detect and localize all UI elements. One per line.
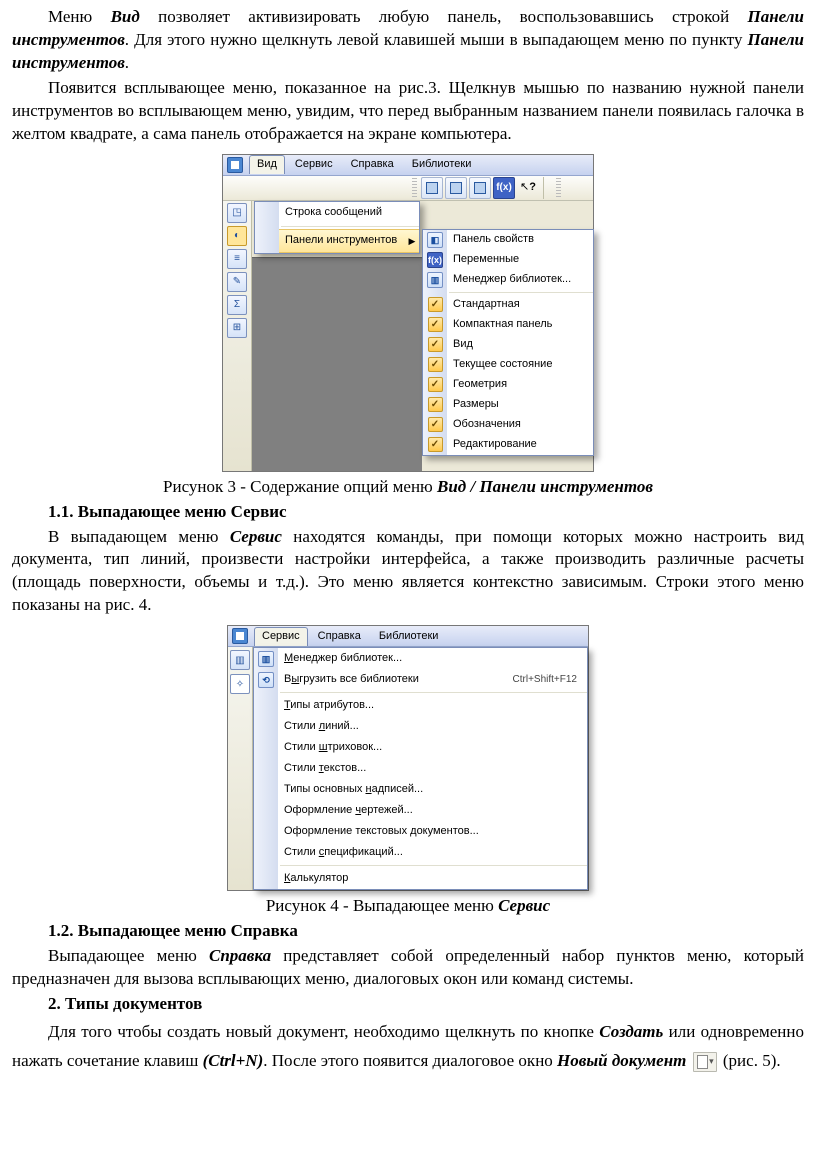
heading-2: 2. Типы документов bbox=[48, 993, 804, 1016]
heading-1-2: 1.2. Выпадающее меню Справка bbox=[48, 920, 804, 943]
itm-tipy-nadpisei[interactable]: Типы основных надписей... bbox=[254, 779, 587, 800]
side-icon-4[interactable]: ✎ bbox=[227, 272, 247, 292]
sub-menedzher-bibliotek[interactable]: ▥Менеджер библиотек... bbox=[423, 270, 593, 290]
check-icon: ✓ bbox=[428, 297, 443, 312]
new-document-icon bbox=[693, 1052, 717, 1072]
sub-redaktirovanie[interactable]: ✓Редактирование bbox=[423, 435, 593, 455]
side-icon-1[interactable]: ◳ bbox=[227, 203, 247, 223]
library-icon: ▥ bbox=[427, 272, 443, 288]
caption-3: Рисунок 3 - Содержание опций меню Вид / … bbox=[12, 476, 804, 499]
check-icon: ✓ bbox=[428, 317, 443, 332]
itm-stili-spetsifikatsii[interactable]: Стили спецификаций... bbox=[254, 842, 587, 863]
fx-icon: f(x) bbox=[427, 252, 443, 268]
toolbar-button-1[interactable] bbox=[421, 177, 443, 199]
fig3-menubar: Вид Сервис Справка Библиотеки bbox=[223, 155, 593, 176]
sub-oboznacheniya[interactable]: ✓Обозначения bbox=[423, 415, 593, 435]
para-4: Выпадающее меню Справка представляет соб… bbox=[12, 945, 804, 991]
sub-peremennye[interactable]: f(x)Переменные bbox=[423, 250, 593, 270]
itm-kalkulyator[interactable]: Калькулятор bbox=[254, 868, 587, 889]
itm-stili-linii[interactable]: Стили линий... bbox=[254, 716, 587, 737]
fig3-side-toolbar: ◳ ◐ ≡ ✎ Σ ⊞ bbox=[223, 201, 252, 471]
toolbar-grip-icon bbox=[556, 178, 561, 198]
para-5: Для того чтобы создать новый документ, н… bbox=[12, 1018, 804, 1076]
side-icon-a[interactable]: ▥ bbox=[230, 650, 250, 670]
menu-spravka-2[interactable]: Справка bbox=[310, 627, 369, 646]
fig3-toolbar: f(x) ↖? bbox=[223, 176, 593, 201]
menu-item-paneli[interactable]: Панели инструментов▶ bbox=[255, 229, 419, 253]
para-3: В выпадающем меню Сервис находятся коман… bbox=[12, 526, 804, 618]
side-icon-5[interactable]: Σ bbox=[227, 295, 247, 315]
itm-stili-shtrihovok[interactable]: Стили штриховок... bbox=[254, 737, 587, 758]
para-1: Меню Вид позволяет активизировать любую … bbox=[12, 6, 804, 75]
toolbar-button-2[interactable] bbox=[445, 177, 467, 199]
check-icon: ✓ bbox=[428, 337, 443, 352]
menu-biblioteki-2[interactable]: Библиотеки bbox=[371, 627, 447, 646]
menu-servis-2[interactable]: Сервис bbox=[254, 627, 308, 646]
check-icon: ✓ bbox=[428, 417, 443, 432]
toolbar-button-3[interactable] bbox=[469, 177, 491, 199]
side-icon-2[interactable]: ◐ bbox=[227, 226, 247, 246]
check-icon: ✓ bbox=[428, 397, 443, 412]
itm-stili-tekstov[interactable]: Стили текстов... bbox=[254, 758, 587, 779]
sub-tekushchee[interactable]: ✓Текущее состояние bbox=[423, 355, 593, 375]
toolbar-separator-icon bbox=[543, 177, 550, 199]
chevron-right-icon: ▶ bbox=[405, 235, 419, 247]
fig4-side-toolbar: ▥ ✧ bbox=[228, 647, 253, 890]
sub-razmery[interactable]: ✓Размеры bbox=[423, 395, 593, 415]
check-icon: ✓ bbox=[428, 377, 443, 392]
figure-4: Сервис Справка Библиотеки ▥ ✧ ▥Менеджер … bbox=[12, 625, 804, 891]
fig4-menubar: Сервис Справка Библиотеки bbox=[228, 626, 588, 647]
menu-spravka[interactable]: Справка bbox=[343, 155, 402, 174]
itm-oformlenie-chertezhei[interactable]: Оформление чертежей... bbox=[254, 800, 587, 821]
fig3-dropdown-vid: Строка сообщений Панели инструментов▶ bbox=[254, 201, 420, 254]
library-icon: ▥ bbox=[258, 651, 274, 667]
sub-geometriya[interactable]: ✓Геометрия bbox=[423, 375, 593, 395]
sub-kompaktnaya[interactable]: ✓Компактная панель bbox=[423, 315, 593, 335]
toolbar-grip-icon bbox=[412, 178, 417, 198]
sub-panel-svoistv[interactable]: ◧Панель свойств bbox=[423, 230, 593, 250]
menu-item-stroka[interactable]: Строка сообщений bbox=[255, 202, 419, 224]
fx-button[interactable]: f(x) bbox=[493, 177, 515, 199]
fig3-submenu-paneli: ◧Панель свойств f(x)Переменные ▥Менеджер… bbox=[422, 229, 594, 456]
caption-4: Рисунок 4 - Выпадающее меню Сервис bbox=[12, 895, 804, 918]
app-icon bbox=[227, 157, 243, 173]
fig4-dropdown-servis: ▥Менеджер библиотек... ⟲Выгрузить все би… bbox=[253, 647, 588, 890]
figure-3: Вид Сервис Справка Библиотеки f(x) ↖? ◳ … bbox=[12, 154, 804, 472]
check-icon: ✓ bbox=[428, 437, 443, 452]
check-icon: ✓ bbox=[428, 357, 443, 372]
heading-1-1: 1.1. Выпадающее меню Сервис bbox=[48, 501, 804, 524]
menu-servis[interactable]: Сервис bbox=[287, 155, 341, 174]
itm-tipy-atributov[interactable]: Типы атрибутов... bbox=[254, 695, 587, 716]
help-pointer-button[interactable]: ↖? bbox=[517, 177, 539, 199]
sub-standartnaya[interactable]: ✓Стандартная bbox=[423, 295, 593, 315]
menu-vid[interactable]: Вид bbox=[249, 155, 285, 174]
itm-oformlenie-tekst-dok[interactable]: Оформление текстовых документов... bbox=[254, 821, 587, 842]
itm-vygruzit[interactable]: ⟲Выгрузить все библиотекиCtrl+Shift+F12 bbox=[254, 669, 587, 690]
side-icon-6[interactable]: ⊞ bbox=[227, 318, 247, 338]
para-2: Появится всплывающее меню, показанное на… bbox=[12, 77, 804, 146]
properties-icon: ◧ bbox=[427, 232, 443, 248]
unload-icon: ⟲ bbox=[258, 672, 274, 688]
side-icon-b[interactable]: ✧ bbox=[230, 674, 250, 694]
itm-menedzher-bibliotek[interactable]: ▥Менеджер библиотек... bbox=[254, 648, 587, 669]
app-icon bbox=[232, 628, 248, 644]
menu-biblioteki[interactable]: Библиотеки bbox=[404, 155, 480, 174]
sub-vid[interactable]: ✓Вид bbox=[423, 335, 593, 355]
side-icon-3[interactable]: ≡ bbox=[227, 249, 247, 269]
fig3-grey-area bbox=[252, 257, 422, 471]
